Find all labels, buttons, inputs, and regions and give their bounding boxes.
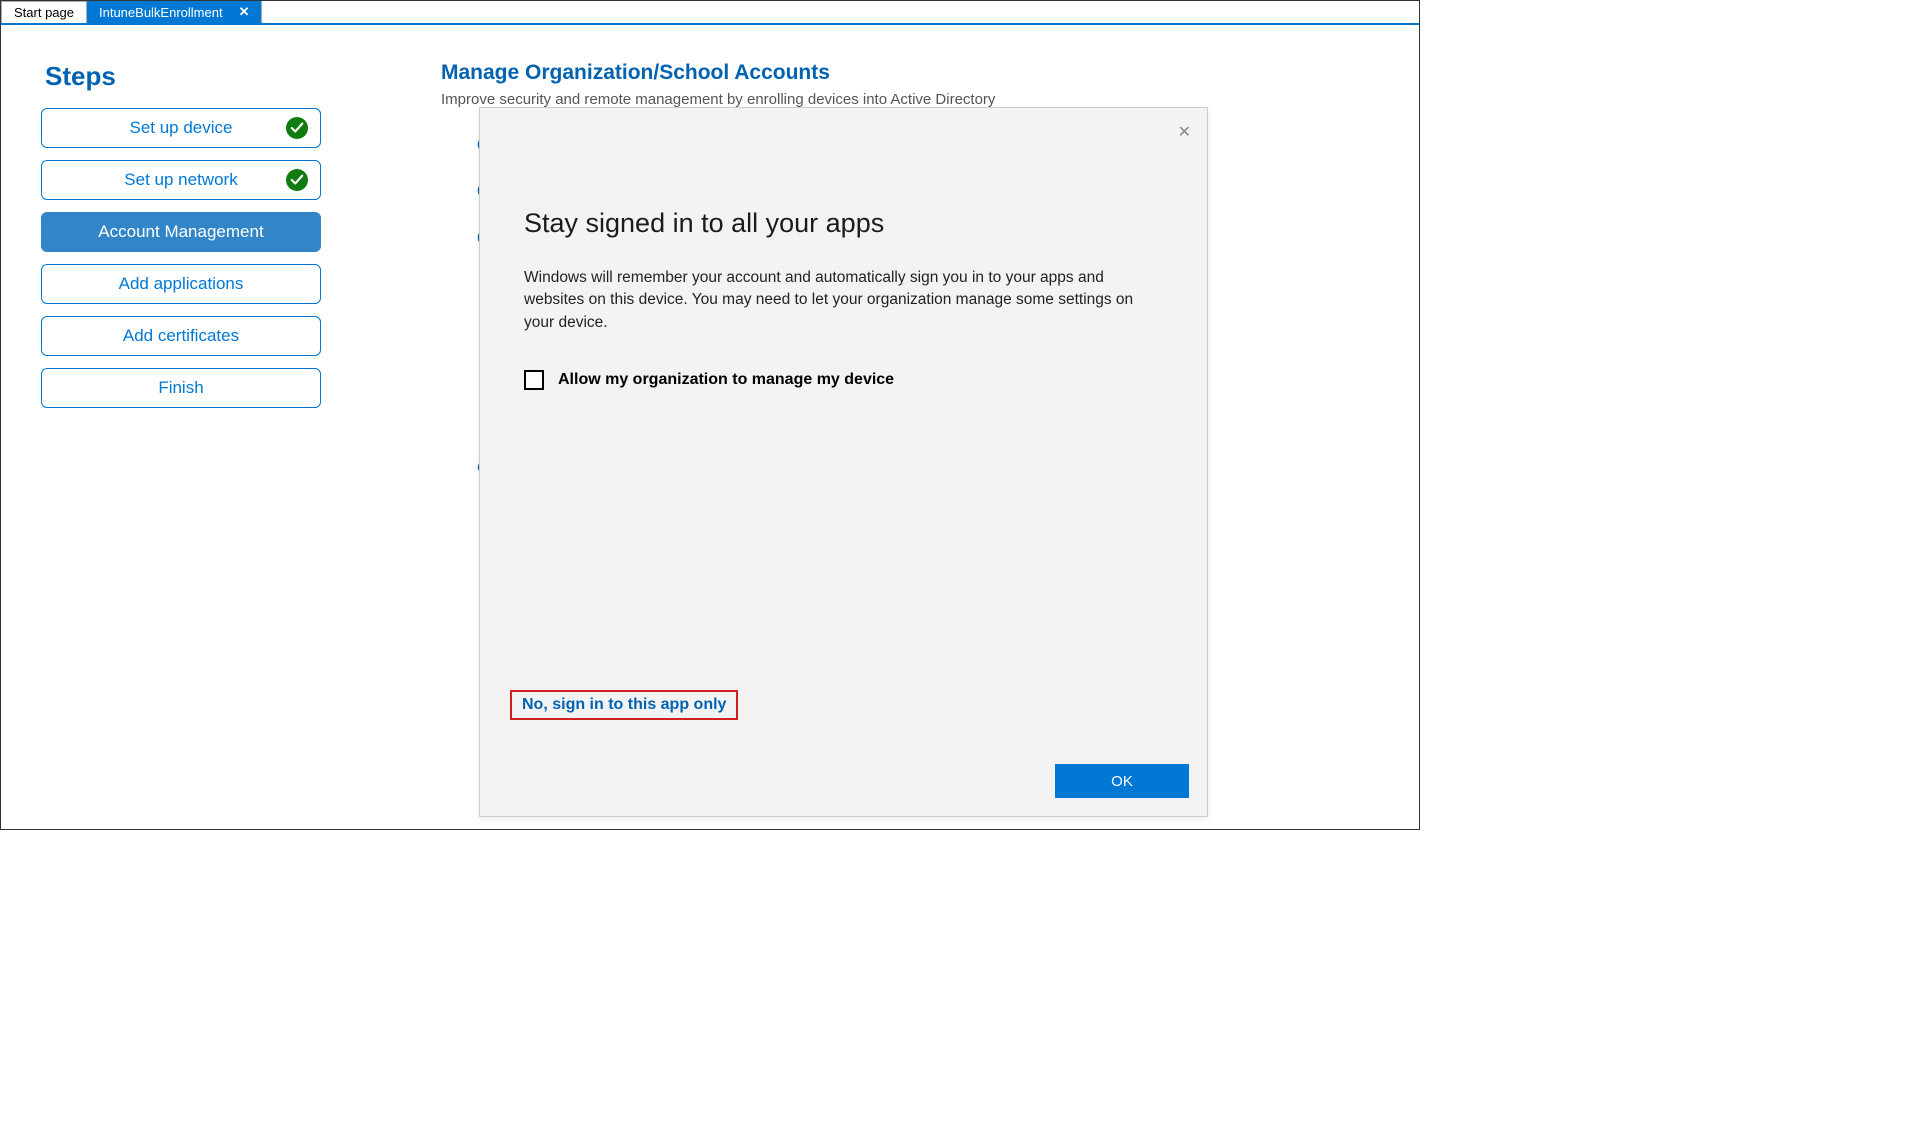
- tab-label: IntuneBulkEnrollment: [99, 5, 223, 20]
- check-icon: [286, 117, 308, 139]
- highlight-box: No, sign in to this app only: [510, 690, 738, 720]
- tab-bar: Start page IntuneBulkEnrollment ✕: [1, 1, 1419, 25]
- dialog-body: Stay signed in to all your apps Windows …: [480, 108, 1207, 390]
- step-finish[interactable]: Finish: [41, 368, 321, 408]
- signin-dialog: ✕ Stay signed in to all your apps Window…: [479, 107, 1208, 817]
- step-label: Add certificates: [123, 326, 239, 346]
- step-account-management[interactable]: Account Management: [41, 212, 321, 252]
- check-icon: [286, 169, 308, 191]
- step-add-applications[interactable]: Add applications: [41, 264, 321, 304]
- step-label: Set up device: [129, 118, 232, 138]
- ok-button[interactable]: OK: [1055, 764, 1189, 798]
- dialog-text: Windows will remember your account and a…: [524, 267, 1159, 334]
- tab-label: Start page: [14, 5, 74, 20]
- sidebar-title: Steps: [45, 61, 321, 92]
- page-subtitle: Improve security and remote management b…: [441, 91, 1379, 108]
- step-add-certificates[interactable]: Add certificates: [41, 316, 321, 356]
- signin-this-app-only-link[interactable]: No, sign in to this app only: [522, 696, 726, 713]
- close-icon[interactable]: ✕: [239, 4, 250, 20]
- steps-sidebar: Steps Set up device Set up network Accou…: [41, 61, 321, 420]
- step-label: Finish: [158, 378, 203, 398]
- tab-intune[interactable]: IntuneBulkEnrollment ✕: [87, 1, 262, 23]
- close-icon[interactable]: ✕: [1178, 122, 1191, 142]
- dialog-title: Stay signed in to all your apps: [524, 208, 1159, 239]
- step-label: Add applications: [119, 274, 244, 294]
- tab-start-page[interactable]: Start page: [1, 1, 87, 23]
- step-label: Set up network: [124, 170, 237, 190]
- manage-device-checkbox[interactable]: [524, 370, 544, 390]
- manage-device-row: Allow my organization to manage my devic…: [524, 370, 1159, 390]
- step-label: Account Management: [98, 222, 263, 242]
- step-setup-device[interactable]: Set up device: [41, 108, 321, 148]
- manage-device-label: Allow my organization to manage my devic…: [558, 371, 894, 389]
- page-title: Manage Organization/School Accounts: [441, 61, 1379, 85]
- step-setup-network[interactable]: Set up network: [41, 160, 321, 200]
